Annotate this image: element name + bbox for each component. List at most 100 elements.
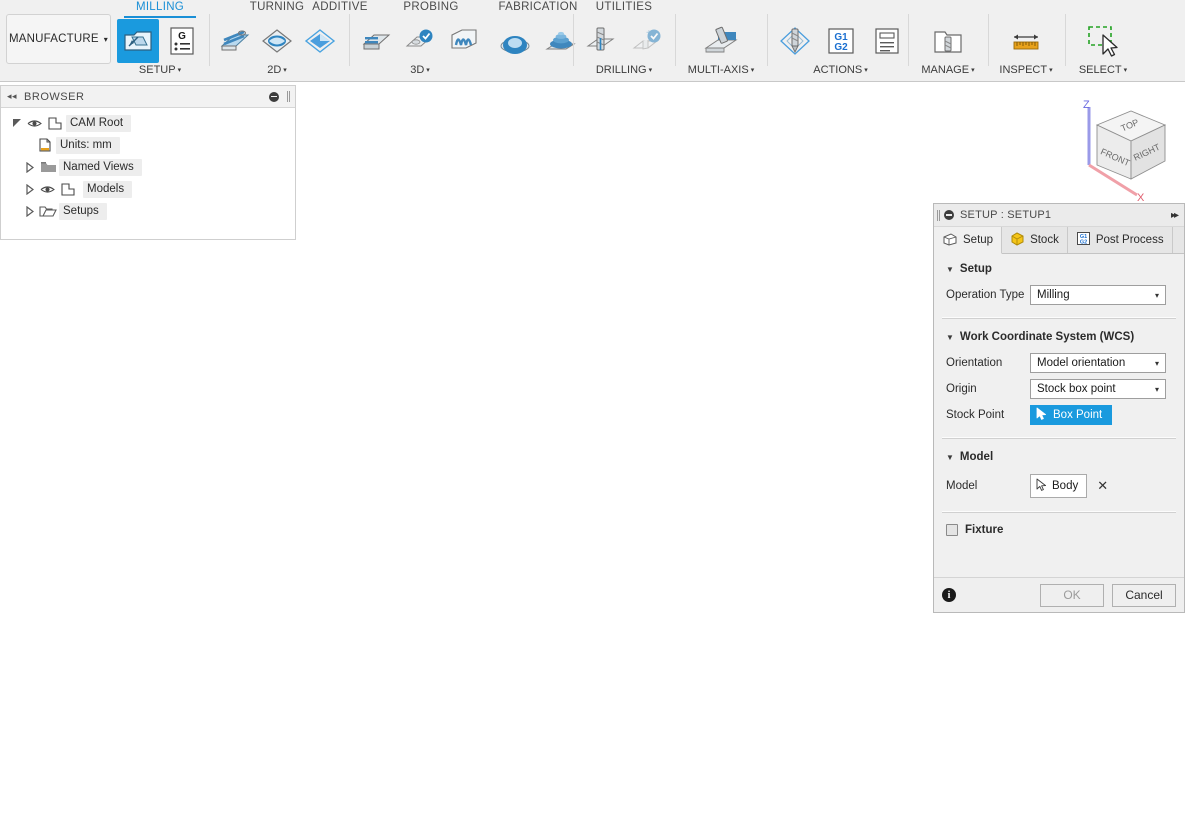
generate-gcode-icon[interactable]: G [161,19,203,63]
selection-node-black-1[interactable] [383,642,395,654]
dialog-grip[interactable] [937,209,940,221]
ribbon-group-drilling[interactable]: DRILLING ▾ [578,64,670,76]
visibility-eye-icon[interactable] [37,184,57,195]
model-body-chip[interactable]: Body [1030,474,1088,498]
ribbon-tab-utilities[interactable]: UTILITIES + [578,0,670,82]
selection-node-black-2[interactable] [630,500,640,510]
wcs-origin-point[interactable] [518,557,534,573]
minimize-icon[interactable] [944,210,954,220]
chevron-down-icon: ▾ [1049,67,1053,74]
selection-chain-line [388,504,636,649]
clear-model-selection-button[interactable]: ✕ [1097,478,1108,494]
selection-node-magenta-1[interactable] [474,588,488,602]
drill-add-icon[interactable]: + [625,19,669,63]
ribbon-tab-milling[interactable]: MILLING G SETUP ▾ [117,0,203,82]
chevron-right-icon[interactable] [24,161,37,173]
fixture-row[interactable]: Fixture [934,516,1184,536]
minimize-icon[interactable] [269,91,279,102]
model-body-chip-label: Body [1052,480,1079,492]
g1g2-icon[interactable]: G1 G2 [819,19,863,63]
origin-axis-x[interactable]: X [531,569,610,620]
drill-icon[interactable] [579,19,623,63]
stock-box-point-handles[interactable] [148,341,906,838]
hole-feature-right[interactable] [552,527,598,553]
svg-text:G2: G2 [1080,240,1087,246]
origin-axis-x-label: X [602,606,610,620]
simulate-icon[interactable] [773,19,817,63]
tab-post-process-label: Post Process [1095,234,1164,246]
origin-axis-y[interactable]: Y [525,511,613,568]
info-icon[interactable]: i [942,588,956,602]
selection-node-magenta-2[interactable] [555,545,565,555]
chevron-right-icon[interactable] [24,205,37,217]
origin-axis-z[interactable]: Z [516,465,536,590]
viewcube-z-label: Z [1083,99,1090,111]
workspace-switcher-manufacture[interactable]: MANUFACTURE ▾ [6,14,111,64]
tree-item-models[interactable]: Models [1,178,295,200]
tree-item-setups[interactable]: Setups [1,200,295,222]
field-orientation: Orientation Model orientation ▾ [934,350,1184,376]
ribbon-group-setup[interactable]: SETUP ▾ [117,64,203,76]
orientation-select[interactable]: Model orientation ▾ [1030,353,1166,373]
expand-right-icon[interactable]: ▸▸ [1171,210,1179,221]
panel-grip[interactable] [287,91,290,102]
ribbon-group-inspect[interactable]: INSPECT ▾ [991,0,1061,82]
ribbon-group-actions-label-wrap[interactable]: ACTIONS ▾ [772,64,909,76]
hole-center-right [571,536,579,544]
ribbon-group-select[interactable]: SELECT ▾ [1068,0,1138,82]
section-divider [942,317,1176,319]
workspace-switcher-label: MANUFACTURE [9,33,99,45]
select-window-icon[interactable] [1081,19,1125,63]
3d-horizontal-icon[interactable] [355,19,397,63]
origin-select[interactable]: Stock box point ▾ [1030,379,1166,399]
chevron-down-icon: ▾ [177,67,182,74]
fixture-checkbox[interactable] [946,524,958,536]
tool-library-icon[interactable] [926,19,970,63]
tab-post-process[interactable]: G1 G2 Post Process [1067,227,1173,253]
2d-adaptive-icon[interactable] [256,19,297,63]
measure-icon[interactable] [1004,19,1048,63]
cursor-select-icon [1036,478,1048,495]
ribbon-tab-probing[interactable]: PROBING 3D ▾ [355,0,485,82]
section-header-wcs[interactable]: ▼ Work Coordinate System (WCS) [934,322,1184,350]
3d-parallel-icon[interactable] [443,19,485,63]
tab-setup[interactable]: Setup [934,227,1003,254]
ribbon-group-select-label-wrap[interactable]: SELECT ▾ [1068,64,1138,76]
hole-feature-left[interactable] [426,599,472,625]
ribbon-group-3d[interactable]: 3D ▾ [355,64,485,76]
3d-spiral-icon[interactable] [539,19,583,63]
tree-item-label: Setups [59,202,107,220]
3d-probe-icon[interactable] [399,19,441,63]
view-cube[interactable]: Z X TOP FRONT RIGHT [1059,95,1179,205]
collapse-left-icon[interactable]: ◂◂ [7,91,17,102]
ribbon-group-multiaxis[interactable]: MULTI-AXIS ▾ [680,0,762,82]
multi-axis-icon[interactable] [699,19,743,63]
g1g2-tab-icon: G1 G2 [1076,231,1091,249]
ribbon-group-actions[interactable]: G1 G2 ACTIONS ▾ [772,0,909,82]
ribbon-group-manage-label: MANAGE [921,64,970,76]
expand-arrow-icon[interactable] [11,118,24,129]
tree-item-cam-root[interactable]: CAM Root [1,112,295,134]
section-header-model[interactable]: ▼ Model [934,442,1184,470]
setup-icon[interactable] [117,19,159,63]
tab-stock[interactable]: Stock [1002,227,1068,253]
tree-item-units[interactable]: Units: mm [1,134,295,156]
operation-type-select[interactable]: Milling ▾ [1030,285,1166,305]
setup-dialog-titlebar[interactable]: SETUP : SETUP1 ▸▸ [934,204,1184,227]
visibility-eye-icon[interactable] [24,118,44,129]
ok-button[interactable]: OK [1040,583,1104,607]
ribbon-group-manage-label-wrap[interactable]: MANAGE ▾ [913,64,983,76]
ribbon-group-multiaxis-label-wrap[interactable]: MULTI-AXIS ▾ [680,64,762,76]
operation-type-value: Milling [1037,289,1070,301]
3d-scallop-icon[interactable] [493,19,537,63]
section-header-setup[interactable]: ▼ Setup [934,254,1184,282]
2d-face-icon[interactable] [213,19,254,63]
chevron-right-icon[interactable] [24,183,37,195]
ribbon-group-inspect-label-wrap[interactable]: INSPECT ▾ [991,64,1061,76]
box-point-button[interactable]: Box Point [1030,405,1113,425]
ribbon-group-manage[interactable]: MANAGE ▾ [913,0,983,82]
tree-item-named-views[interactable]: Named Views [1,156,295,178]
operation-type-label: Operation Type [946,289,1025,301]
setup-sheet-icon[interactable] [865,19,909,63]
cancel-button[interactable]: Cancel [1112,583,1176,607]
